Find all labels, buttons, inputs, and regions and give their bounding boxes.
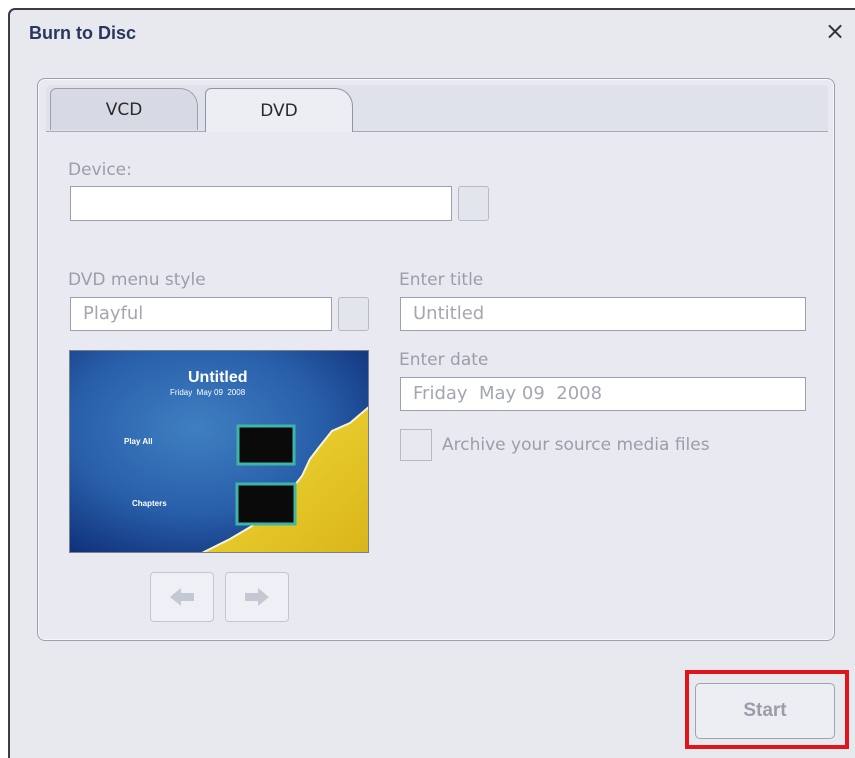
- dialog-title: Burn to Disc: [29, 23, 137, 43]
- date-input[interactable]: Friday May 09 2008: [400, 377, 806, 411]
- menu-style-label: DVD menu style: [68, 270, 206, 290]
- title-input[interactable]: Untitled: [400, 297, 806, 331]
- play-all-thumbnail: [236, 424, 296, 466]
- preview-date: Friday May 09 2008: [170, 388, 246, 397]
- next-style-button[interactable]: [225, 572, 289, 622]
- menu-style-field[interactable]: Playful: [70, 297, 332, 331]
- date-label: Enter date: [399, 350, 489, 370]
- close-icon[interactable]: ×: [823, 17, 847, 45]
- arrow-left-icon: [170, 588, 194, 606]
- device-label: Device:: [68, 160, 132, 180]
- arrow-right-icon: [245, 588, 269, 606]
- start-button[interactable]: Start: [695, 683, 835, 739]
- preview-title: Untitled: [188, 369, 248, 386]
- chapters-thumbnail: [235, 482, 297, 526]
- tab-vcd[interactable]: VCD: [50, 88, 198, 130]
- preview-chapters: Chapters: [132, 499, 167, 508]
- preview-play-all: Play All: [124, 437, 153, 446]
- device-field[interactable]: [70, 186, 452, 221]
- prev-style-button[interactable]: [150, 572, 214, 622]
- archive-checkbox[interactable]: [400, 429, 432, 461]
- title-label: Enter title: [399, 270, 484, 290]
- tab-dvd[interactable]: DVD: [205, 88, 353, 132]
- menu-style-browse-button[interactable]: [338, 297, 369, 331]
- device-browse-button[interactable]: [458, 186, 489, 221]
- menu-preview: Untitled Friday May 09 2008 Play All Cha…: [69, 350, 369, 553]
- archive-label: Archive your source media files: [442, 435, 710, 455]
